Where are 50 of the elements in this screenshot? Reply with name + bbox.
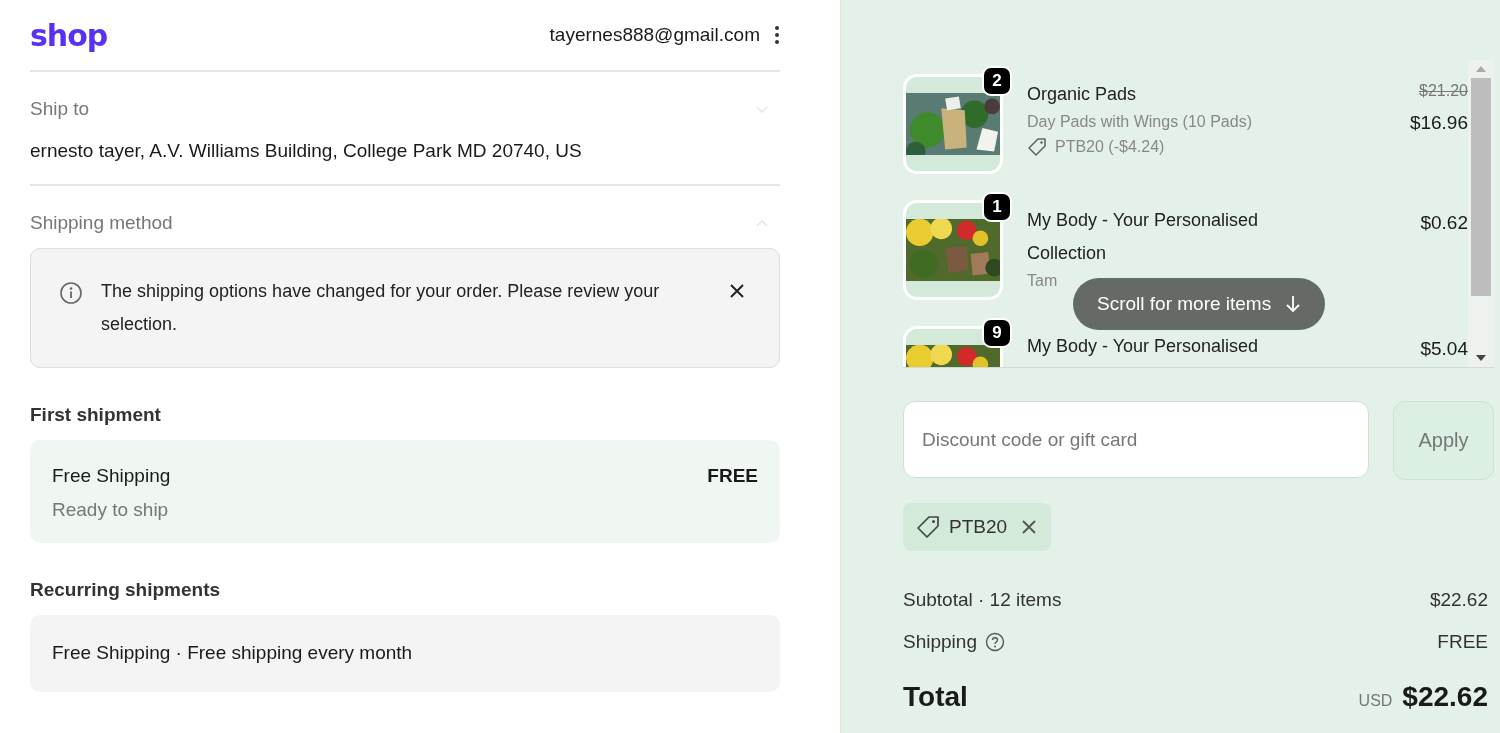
option-detail: Ready to ship: [52, 499, 170, 521]
item-price: $0.62: [1419, 212, 1468, 234]
item-price: $16.96: [1408, 112, 1468, 134]
summary-label: Shipping: [903, 631, 977, 653]
product-title: Organic Pads: [1027, 83, 1138, 106]
discount-text: PTB20 (-$4.24): [1055, 138, 1165, 156]
option-price: FREE: [707, 465, 758, 488]
apply-button[interactable]: Apply: [1393, 401, 1494, 480]
summary-value: $22.62: [1429, 589, 1488, 611]
option-name: Free Shipping · Free shipping every month: [52, 642, 413, 664]
compare-price: $21.20: [1418, 82, 1468, 100]
help-icon[interactable]: [984, 632, 1005, 652]
item-price: $5.04: [1419, 338, 1468, 360]
product-title: My Body - Your Personalised: [1027, 335, 1260, 358]
shipping-option[interactable]: Free Shipping Ready to ship FREE: [30, 440, 780, 543]
product-variant: Tam: [1027, 272, 1059, 290]
scrollbar-thumb[interactable]: [1471, 78, 1491, 296]
close-icon: [729, 283, 745, 299]
scroll-up-icon: [1476, 66, 1486, 72]
group-heading: Recurring shipments: [30, 579, 222, 601]
account-email: tayernes888@gmail.com: [549, 24, 760, 46]
currency-code: USD: [1358, 692, 1393, 710]
quantity-badge: 2: [982, 66, 1012, 96]
section-label: Ship to: [30, 98, 90, 120]
scrollbar[interactable]: [1468, 60, 1494, 367]
notice-text: The shipping options have changed for your order. Please review your selection.: [101, 280, 661, 336]
total-amount: $22.62: [1402, 681, 1488, 713]
scroll-hint-button[interactable]: Scroll for more items: [1073, 278, 1326, 330]
address-text: ernesto tayer, A.V. Williams Building, College Park MD 20740, US: [30, 140, 583, 162]
option-name: Free Shipping: [52, 465, 171, 487]
section-label: Shipping method: [30, 212, 173, 234]
scroll-down-icon: [1476, 355, 1486, 361]
total-label: Total: [903, 681, 968, 713]
product-variant: Day Pads with Wings (10 Pads): [1027, 113, 1253, 131]
tag-icon: [1027, 137, 1047, 157]
tag-icon: [915, 514, 941, 540]
more-menu-icon[interactable]: [774, 25, 780, 45]
shop-logo[interactable]: shop: [30, 17, 108, 53]
discount-field[interactable]: Discount code or gift card: [903, 401, 1369, 478]
shipping-option[interactable]: Free Shipping · Free shipping every month: [30, 615, 780, 692]
summary-label: Subtotal · 12 items: [903, 589, 1062, 611]
summary-value: FREE: [1437, 631, 1488, 653]
discount-code: PTB20: [949, 516, 1008, 538]
arrow-down-icon: [1285, 295, 1302, 313]
close-icon: [1021, 519, 1038, 535]
quantity-badge: 9: [982, 318, 1012, 348]
group-heading: First shipment: [30, 404, 162, 426]
product-title: My Body - Your Personalised Collection: [1027, 209, 1260, 265]
info-icon: [59, 281, 83, 305]
quantity-badge: 1: [982, 192, 1012, 222]
